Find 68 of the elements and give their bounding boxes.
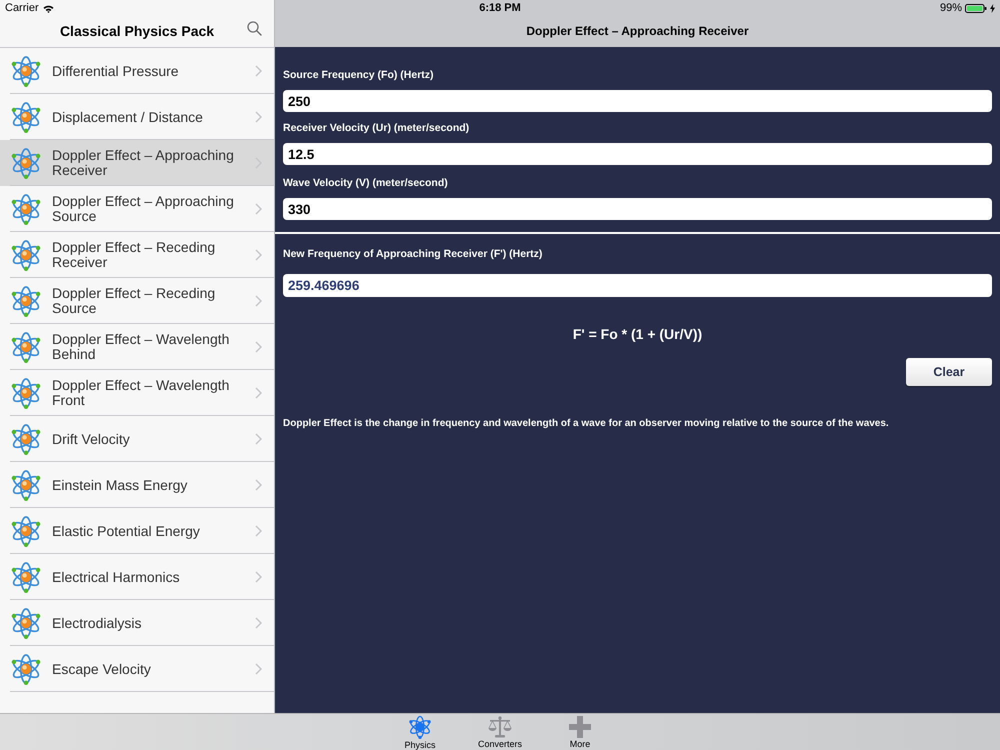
chevron-icon bbox=[255, 617, 262, 629]
field-label: Receiver Velocity (Ur) (meter/second) bbox=[283, 121, 470, 135]
item-label: Doppler Effect – Wavelength Front bbox=[52, 378, 230, 408]
battery-icon bbox=[965, 4, 987, 13]
field-label: Wave Velocity (V) (meter/second) bbox=[283, 176, 448, 190]
tab-item[interactable]: Converters bbox=[460, 714, 540, 750]
item-label: Doppler Effect – Wavelength Behind bbox=[52, 332, 230, 362]
atom-icon bbox=[10, 55, 42, 87]
item-label: Doppler Effect – Receding Source bbox=[52, 286, 216, 316]
chevron-icon bbox=[255, 525, 262, 537]
detail-title: Doppler Effect – Approaching Receiver bbox=[526, 24, 749, 38]
atom-icon bbox=[10, 515, 42, 547]
result-field[interactable]: 259.469696 bbox=[283, 274, 992, 297]
chevron-icon bbox=[255, 479, 262, 491]
atom-icon bbox=[10, 239, 42, 271]
input-field[interactable]: 250 bbox=[283, 90, 992, 112]
atom-icon bbox=[10, 101, 42, 133]
plus-icon bbox=[569, 716, 591, 738]
bolt-icon bbox=[990, 4, 995, 13]
atom-icon bbox=[10, 147, 42, 179]
chevron-icon bbox=[255, 203, 262, 215]
battery-percentage: 99% bbox=[940, 3, 962, 14]
atom-icon bbox=[10, 285, 42, 317]
item-label: Electrical Harmonics bbox=[52, 570, 181, 584]
item-label: Differential Pressure bbox=[52, 64, 180, 78]
chevron-icon bbox=[255, 341, 262, 353]
result-label: New Frequency of Approaching Receiver (F') (Hertz) bbox=[283, 247, 542, 261]
atom-icon bbox=[10, 561, 42, 593]
atom-icon bbox=[408, 715, 432, 739]
chevron-icon bbox=[255, 249, 262, 261]
wifi-icon bbox=[42, 4, 54, 12]
atom-icon bbox=[10, 423, 42, 455]
chevron-icon bbox=[255, 571, 262, 583]
formula-text: F' = Fo * (1 + (Ur/V)) bbox=[572, 325, 702, 343]
sidebar-item[interactable]: Doppler Effect – Approaching Receiver bbox=[0, 140, 274, 186]
item-label: Doppler Effect – Receding Receiver bbox=[52, 240, 216, 270]
item-label: Doppler Effect – Approaching Receiver bbox=[52, 148, 235, 178]
carrier-name: Carrier bbox=[5, 3, 39, 14]
item-label: Escape Velocity bbox=[52, 662, 152, 676]
atom-icon bbox=[10, 469, 42, 501]
status-time: 6:18 PM bbox=[479, 3, 521, 14]
input-field[interactable]: 12.5 bbox=[283, 143, 992, 165]
item-label: Drift Velocity bbox=[52, 432, 131, 446]
chevron-icon bbox=[255, 433, 262, 445]
clear-button[interactable]: Clear bbox=[906, 358, 992, 386]
atom-icon bbox=[10, 193, 42, 225]
atom-icon bbox=[10, 607, 42, 639]
search-icon[interactable] bbox=[247, 21, 262, 36]
sidebar-title: Classical Physics Pack bbox=[60, 23, 214, 39]
item-label: Elastic Potential Energy bbox=[52, 524, 201, 538]
input-field[interactable]: 330 bbox=[283, 198, 992, 220]
tab-item[interactable]: Physics bbox=[380, 714, 460, 750]
atom-icon bbox=[10, 331, 42, 363]
chevron-icon bbox=[255, 295, 262, 307]
tab-item[interactable]: More bbox=[540, 714, 620, 750]
description-text: Doppler Effect is the change in frequency and wavelength of a wave for an observer moving relative to the source of the waves. bbox=[283, 417, 890, 430]
item-label: Einstein Mass Energy bbox=[52, 478, 188, 492]
chevron-icon bbox=[255, 663, 262, 675]
atom-icon bbox=[10, 377, 42, 409]
field-label: Source Frequency (Fo) (Hertz) bbox=[283, 68, 434, 82]
scale-icon bbox=[488, 716, 512, 738]
item-label: Electrodialysis bbox=[52, 616, 142, 630]
item-label: Doppler Effect – Approaching Source bbox=[52, 194, 235, 224]
chevron-icon bbox=[255, 65, 262, 77]
chevron-icon bbox=[255, 387, 262, 399]
chevron-icon bbox=[255, 111, 262, 123]
item-label: Displacement / Distance bbox=[52, 110, 204, 124]
atom-icon bbox=[10, 653, 42, 685]
